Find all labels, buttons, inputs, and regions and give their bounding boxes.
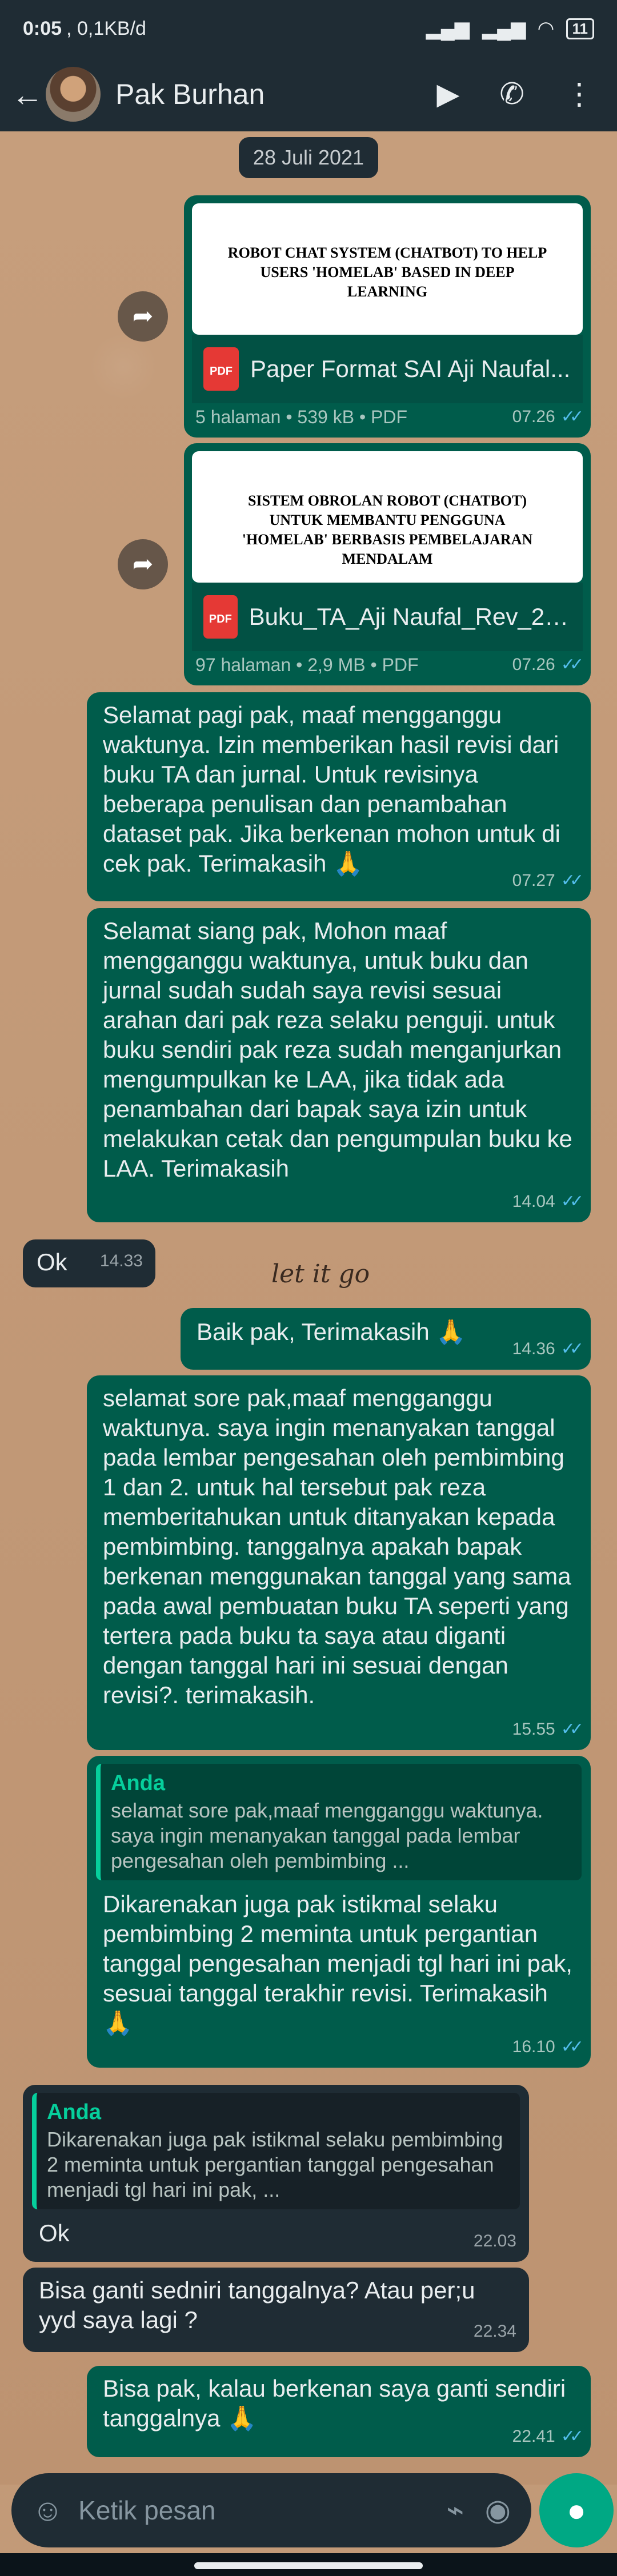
document-info: 97 halaman • 2,9 MB • PDF — [195, 655, 419, 675]
read-receipt-icon: ✓✓ — [560, 871, 584, 890]
message-text: Selamat siang pak, Mohon maaf mengganggu… — [103, 917, 572, 1182]
message-input[interactable] — [78, 2495, 426, 2526]
pdf-icon: PDF — [203, 347, 239, 391]
document-file[interactable]: PDF Paper Format SAI Aji Naufal... — [192, 335, 583, 403]
signal-icon: ▂▄▆ — [426, 18, 470, 39]
document-preview-title: SISTEM OBROLAN ROBOT (CHATBOT) UNTUK MEM… — [242, 492, 533, 567]
message-bubble[interactable]: Selamat pagi pak, maaf mengganggu waktun… — [87, 692, 591, 901]
quoted-message[interactable]: Anda Dikarenakan juga pak istikmal selak… — [32, 2093, 520, 2209]
message-time: 14.36 — [512, 1339, 555, 1358]
status-time: 0:05 — [23, 17, 62, 39]
message-time: 16.10 — [512, 2037, 555, 2056]
avatar[interactable] — [46, 67, 101, 122]
sticker-let-it-go[interactable]: let it go — [271, 1259, 370, 1289]
message-time: 22.34 — [473, 2322, 516, 2341]
quote-author: Anda — [47, 2100, 101, 2124]
message-text: Ok — [37, 1249, 67, 1275]
camera-icon[interactable]: ◉ — [485, 2493, 511, 2527]
message-text: Bisa pak, kalau berkenan saya ganti send… — [103, 2375, 566, 2431]
phone-icon[interactable]: ✆ — [499, 77, 524, 111]
back-arrow-icon[interactable]: ← — [11, 76, 46, 113]
read-receipt-icon: ✓✓ — [560, 1192, 584, 1211]
video-call-icon[interactable]: ▶︎ — [436, 77, 459, 111]
battery-icon: 11 — [566, 18, 594, 39]
message-time: 14.33 — [99, 1251, 143, 1270]
more-options-icon[interactable]: ⋮ — [564, 77, 594, 111]
message-text: selamat sore pak,maaf mengganggu waktuny… — [103, 1385, 571, 1708]
contact-name[interactable]: Pak Burhan — [115, 78, 265, 111]
chat-header: ← Pak Burhan ▶︎ ✆ ⋮ — [0, 57, 617, 131]
message-time: 14.04 — [512, 1192, 555, 1211]
message-text: Dikarenakan juga pak istikmal selaku pem… — [103, 1891, 572, 2036]
status-bar: 0:05 , 0,1KB/d ▂▄▆ ▂▄▆ ◠ 11 — [0, 0, 617, 57]
message-composer: ☺ ⌁ ◉ — [11, 2473, 531, 2547]
status-network-speed: , 0,1KB/d — [66, 17, 146, 39]
message-bubble[interactable]: Anda selamat sore pak,maaf mengganggu wa… — [87, 1756, 591, 2068]
forward-icon[interactable]: ➦ — [118, 539, 168, 589]
message-bubble[interactable]: Baik pak, Terimakasih 🙏 14.36 ✓✓ — [181, 1308, 591, 1370]
message-text: Selamat pagi pak, maaf mengganggu waktun… — [103, 701, 560, 877]
home-indicator[interactable] — [194, 2562, 423, 2569]
message-text: Baik pak, Terimakasih 🙏 — [197, 1318, 466, 1345]
document-preview: ROBOT CHAT SYSTEM (CHATBOT) TO HELP USER… — [192, 203, 583, 335]
message-time: 22.41 — [512, 2427, 555, 2446]
quote-author: Anda — [111, 1771, 165, 1795]
mic-icon: ● — [567, 2492, 586, 2528]
read-receipt-icon: ✓✓ — [560, 655, 584, 674]
message-time: 22.03 — [473, 2232, 516, 2250]
document-preview: SISTEM OBROLAN ROBOT (CHATBOT) UNTUK MEM… — [192, 451, 583, 583]
document-name: Buku_TA_Aji Naufal_Rev_2.p... — [249, 603, 571, 630]
document-file[interactable]: PDF Buku_TA_Aji Naufal_Rev_2.p... — [192, 583, 583, 651]
emoji-icon[interactable]: ☺ — [32, 2493, 63, 2528]
network-speed: 0,1KB/d — [77, 17, 146, 39]
document-preview-title: ROBOT CHAT SYSTEM (CHATBOT) TO HELP USER… — [227, 244, 547, 300]
read-receipt-icon: ✓✓ — [560, 1720, 584, 1739]
read-receipt-icon: ✓✓ — [560, 1339, 584, 1358]
read-receipt-icon: ✓✓ — [560, 407, 584, 426]
pdf-icon: PDF — [203, 595, 238, 639]
read-receipt-icon: ✓✓ — [560, 2037, 584, 2056]
wifi-icon: ◠ — [538, 18, 554, 39]
message-text: Ok — [39, 2220, 70, 2246]
message-bubble[interactable]: Bisa pak, kalau berkenan saya ganti send… — [87, 2366, 591, 2457]
quoted-message[interactable]: Anda selamat sore pak,maaf mengganggu wa… — [96, 1764, 582, 1880]
message-bubble[interactable]: Bisa ganti sedniri tanggalnya? Atau per;… — [23, 2268, 529, 2352]
message-bubble[interactable]: Ok 14.33 — [23, 1239, 155, 1287]
message-bubble[interactable]: Selamat siang pak, Mohon maaf mengganggu… — [87, 908, 591, 1222]
quote-text: selamat sore pak,maaf mengganggu waktuny… — [111, 1799, 543, 1872]
signal-icon-2: ▂▄▆ — [482, 18, 526, 39]
message-time: 07.26 — [512, 407, 555, 426]
quote-text: Dikarenakan juga pak istikmal selaku pem… — [47, 2128, 503, 2201]
battery-level: 11 — [572, 19, 588, 37]
attachment-icon[interactable]: ⌁ — [446, 2493, 464, 2527]
document-message[interactable]: SISTEM OBROLAN ROBOT (CHATBOT) UNTUK MEM… — [184, 443, 591, 685]
message-time: 07.26 — [512, 655, 555, 674]
message-text: Bisa ganti sedniri tanggalnya? Atau per;… — [39, 2277, 475, 2333]
date-chip: 28 Juli 2021 — [239, 137, 378, 178]
message-bubble[interactable]: Anda Dikarenakan juga pak istikmal selak… — [23, 2085, 529, 2262]
document-message[interactable]: ROBOT CHAT SYSTEM (CHATBOT) TO HELP USER… — [184, 195, 591, 438]
mic-button[interactable]: ● — [539, 2473, 614, 2547]
message-bubble[interactable]: selamat sore pak,maaf mengganggu waktuny… — [87, 1375, 591, 1750]
document-info: 5 halaman • 539 kB • PDF — [195, 407, 408, 427]
message-time: 07.27 — [512, 871, 555, 890]
message-time: 15.55 — [512, 1720, 555, 1739]
forward-icon[interactable]: ➦ — [118, 291, 168, 342]
document-name: Paper Format SAI Aji Naufal... — [250, 355, 571, 382]
read-receipt-icon: ✓✓ — [560, 2427, 584, 2446]
